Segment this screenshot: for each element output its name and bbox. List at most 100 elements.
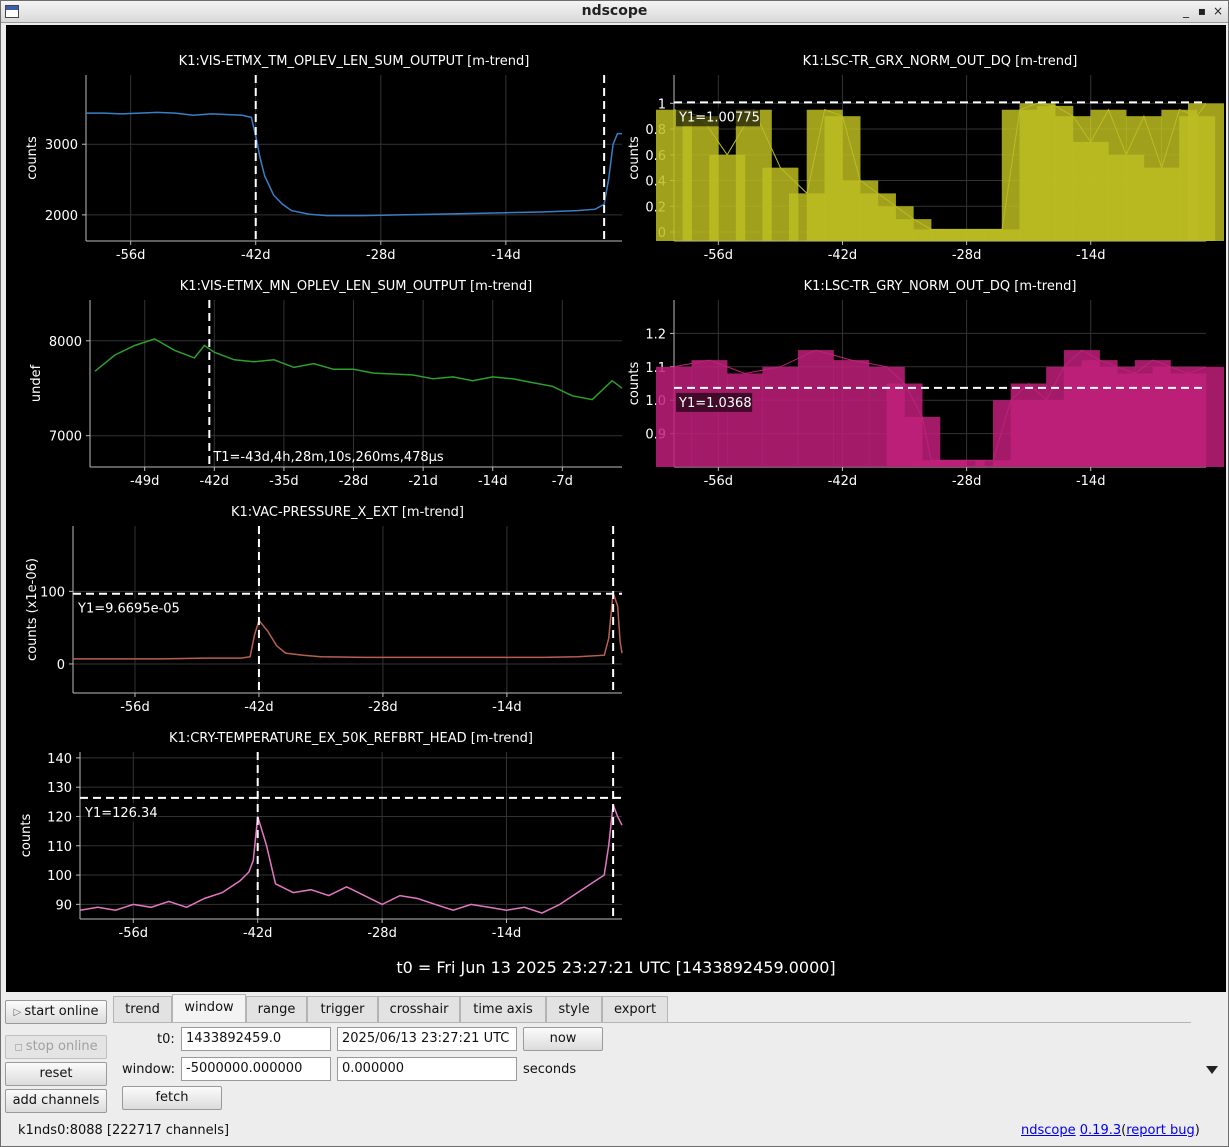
y-axis-label: counts <box>19 814 34 858</box>
x-tick-label: -42d <box>828 248 858 263</box>
cursor-label: Y1=1.0368 <box>678 396 752 411</box>
now-button[interactable]: now <box>523 1027 603 1051</box>
x-tick-label: -42d <box>241 248 271 263</box>
data-point <box>797 350 834 467</box>
stop-online-button[interactable]: ◻ stop online <box>5 1035 107 1059</box>
y-tick-label: 130 <box>47 781 72 796</box>
y-axis-label: counts <box>627 136 642 180</box>
add-channels-button[interactable]: add channels <box>5 1089 107 1113</box>
play-icon: ▷ <box>13 1007 25 1018</box>
cursor-label: Y1=126.34 <box>84 806 158 821</box>
y-tick-label: 2000 <box>45 209 78 224</box>
plot-area[interactable]: K1:VIS-ETMX_TM_OPLEV_LEN_SUM_OUTPUT [m-t… <box>6 25 1226 992</box>
version-link[interactable]: 0.19.3 <box>1080 1123 1121 1138</box>
y-tick-label: 140 <box>47 752 72 767</box>
plot-p5[interactable]: K1:VAC-PRESSURE_X_EXT [m-trend] counts (x… <box>25 505 623 715</box>
t0-label: t0 = Fri Jun 13 2025 23:27:21 UTC [14338… <box>396 958 836 977</box>
y-tick-label: 90 <box>55 898 72 913</box>
x-tick-label: -7d <box>552 474 573 489</box>
x-tick-label: -49d <box>130 474 160 489</box>
window-start-input[interactable]: -5000000.000000 <box>181 1057 331 1081</box>
tab-style[interactable]: style <box>546 996 602 1022</box>
x-tick-label: -35d <box>269 474 299 489</box>
x-tick-label: -56d <box>116 248 146 263</box>
plot-title: K1:VIS-ETMX_MN_OPLEV_LEN_SUM_OUTPUT [m-t… <box>180 279 532 294</box>
seconds-label: seconds <box>523 1062 577 1077</box>
version-info: ndscope 0.19.3(report bug) <box>1021 1123 1200 1138</box>
plot-title: K1:LSC-TR_GRX_NORM_OUT_DQ [m-trend] <box>803 54 1078 69</box>
y-axis-label: counts (x1e-06) <box>25 558 40 661</box>
data-point <box>833 360 870 467</box>
x-tick-label: -56d <box>704 474 734 489</box>
y-axis-label: counts <box>627 362 642 406</box>
fetch-button[interactable]: fetch <box>122 1086 222 1110</box>
cursor-label: Y1=1.00775 <box>678 110 760 125</box>
t0-gps-input[interactable]: 1433892459.0 <box>181 1027 331 1051</box>
x-tick-label: -28d <box>952 474 982 489</box>
plot-canvas[interactable]: K1:VIS-ETMX_TM_OPLEV_LEN_SUM_OUTPUT [m-t… <box>6 25 1226 992</box>
window-field-label: window: <box>122 1062 175 1077</box>
series-line <box>79 804 623 914</box>
x-tick-label: -14d <box>491 248 521 263</box>
data-point <box>656 366 692 467</box>
data-point <box>1188 103 1224 241</box>
y-axis-label: undef <box>29 364 44 402</box>
x-tick-label: -56d <box>120 700 150 715</box>
y-tick-label: 120 <box>47 810 72 825</box>
x-tick-label: -14d <box>1076 474 1106 489</box>
tab-range[interactable]: range <box>246 996 307 1022</box>
plot-title: K1:LSC-TR_GRY_NORM_OUT_DQ [m-trend] <box>804 279 1077 294</box>
y-tick-label: 100 <box>40 585 65 600</box>
x-tick-label: -28d <box>339 474 369 489</box>
tab-time-axis[interactable]: time axis <box>460 996 546 1022</box>
tab-trend[interactable]: trend <box>113 996 172 1022</box>
y-axis-label: counts <box>25 136 40 180</box>
t0-utc-input[interactable]: 2025/06/13 23:27:21 UTC <box>337 1027 517 1051</box>
x-tick-label: -42d <box>244 700 274 715</box>
x-tick-label: -28d <box>366 248 396 263</box>
y-tick-label: 8000 <box>49 335 82 350</box>
x-tick-label: -14d <box>478 474 508 489</box>
tab-crosshair[interactable]: crosshair <box>378 996 460 1022</box>
window-end-input[interactable]: 0.000000 <box>337 1057 517 1081</box>
data-point <box>1188 366 1224 467</box>
plot-p1[interactable]: K1:VIS-ETMX_TM_OPLEV_LEN_SUM_OUTPUT [m-t… <box>25 54 622 263</box>
plot-title: K1:VIS-ETMX_TM_OPLEV_LEN_SUM_OUTPUT [m-t… <box>179 54 530 69</box>
y-tick-label: 1.2 <box>645 327 666 342</box>
plot-p2[interactable]: K1:LSC-TR_GRX_NORM_OUT_DQ [m-trend] count… <box>627 54 1224 263</box>
plot-p6[interactable]: K1:CRY-TEMPERATURE_EX_50K_REFBRT_HEAD [m… <box>19 731 623 941</box>
app-window: ndscope _ ▪ × K1:VIS-ETMX_TM_OPLEV_LEN_S… <box>0 0 1229 1147</box>
y-tick-label: 100 <box>47 869 72 884</box>
ndscope-link[interactable]: ndscope <box>1021 1123 1076 1138</box>
tab-window[interactable]: window <box>172 994 246 1023</box>
minimize-icon[interactable]: _ <box>1178 3 1194 20</box>
x-tick-label: -56d <box>119 926 149 941</box>
x-tick-label: -28d <box>367 926 397 941</box>
expand-panel-icon[interactable] <box>1206 1066 1218 1074</box>
data-point <box>762 366 799 467</box>
plot-p3[interactable]: K1:VIS-ETMX_MN_OPLEV_LEN_SUM_OUTPUT [m-t… <box>29 279 623 489</box>
start-online-button[interactable]: ▷ start online <box>5 1000 107 1024</box>
plot-title: K1:VAC-PRESSURE_X_EXT [m-trend] <box>231 505 464 520</box>
y-tick-label: 7000 <box>49 430 82 445</box>
paren-close: ) <box>1194 1123 1200 1138</box>
report-bug-link[interactable]: report bug <box>1126 1123 1195 1138</box>
reset-button[interactable]: reset <box>5 1062 107 1086</box>
tab-export[interactable]: export <box>602 996 668 1022</box>
x-tick-label: -42d <box>243 926 273 941</box>
x-tick-label: -14d <box>492 700 522 715</box>
series-line <box>94 338 623 401</box>
server-status: k1nds0:8088 [222717 channels] <box>18 1123 230 1138</box>
x-tick-label: -56d <box>704 248 734 263</box>
y-tick-label: 0 <box>57 658 65 673</box>
x-tick-label: -21d <box>408 474 438 489</box>
start-online-label: start online <box>24 1004 99 1019</box>
maximize-icon[interactable]: ▪ <box>1194 3 1210 20</box>
plot-p4[interactable]: K1:LSC-TR_GRY_NORM_OUT_DQ [m-trend] count… <box>627 279 1224 489</box>
title-bar[interactable]: ndscope _ ▪ × <box>1 1 1228 23</box>
tab-divider <box>113 1022 1191 1023</box>
tab-trigger[interactable]: trigger <box>307 996 378 1022</box>
y-tick-label: 3000 <box>45 138 78 153</box>
close-icon[interactable]: × <box>1210 3 1226 20</box>
data-point <box>691 360 728 467</box>
